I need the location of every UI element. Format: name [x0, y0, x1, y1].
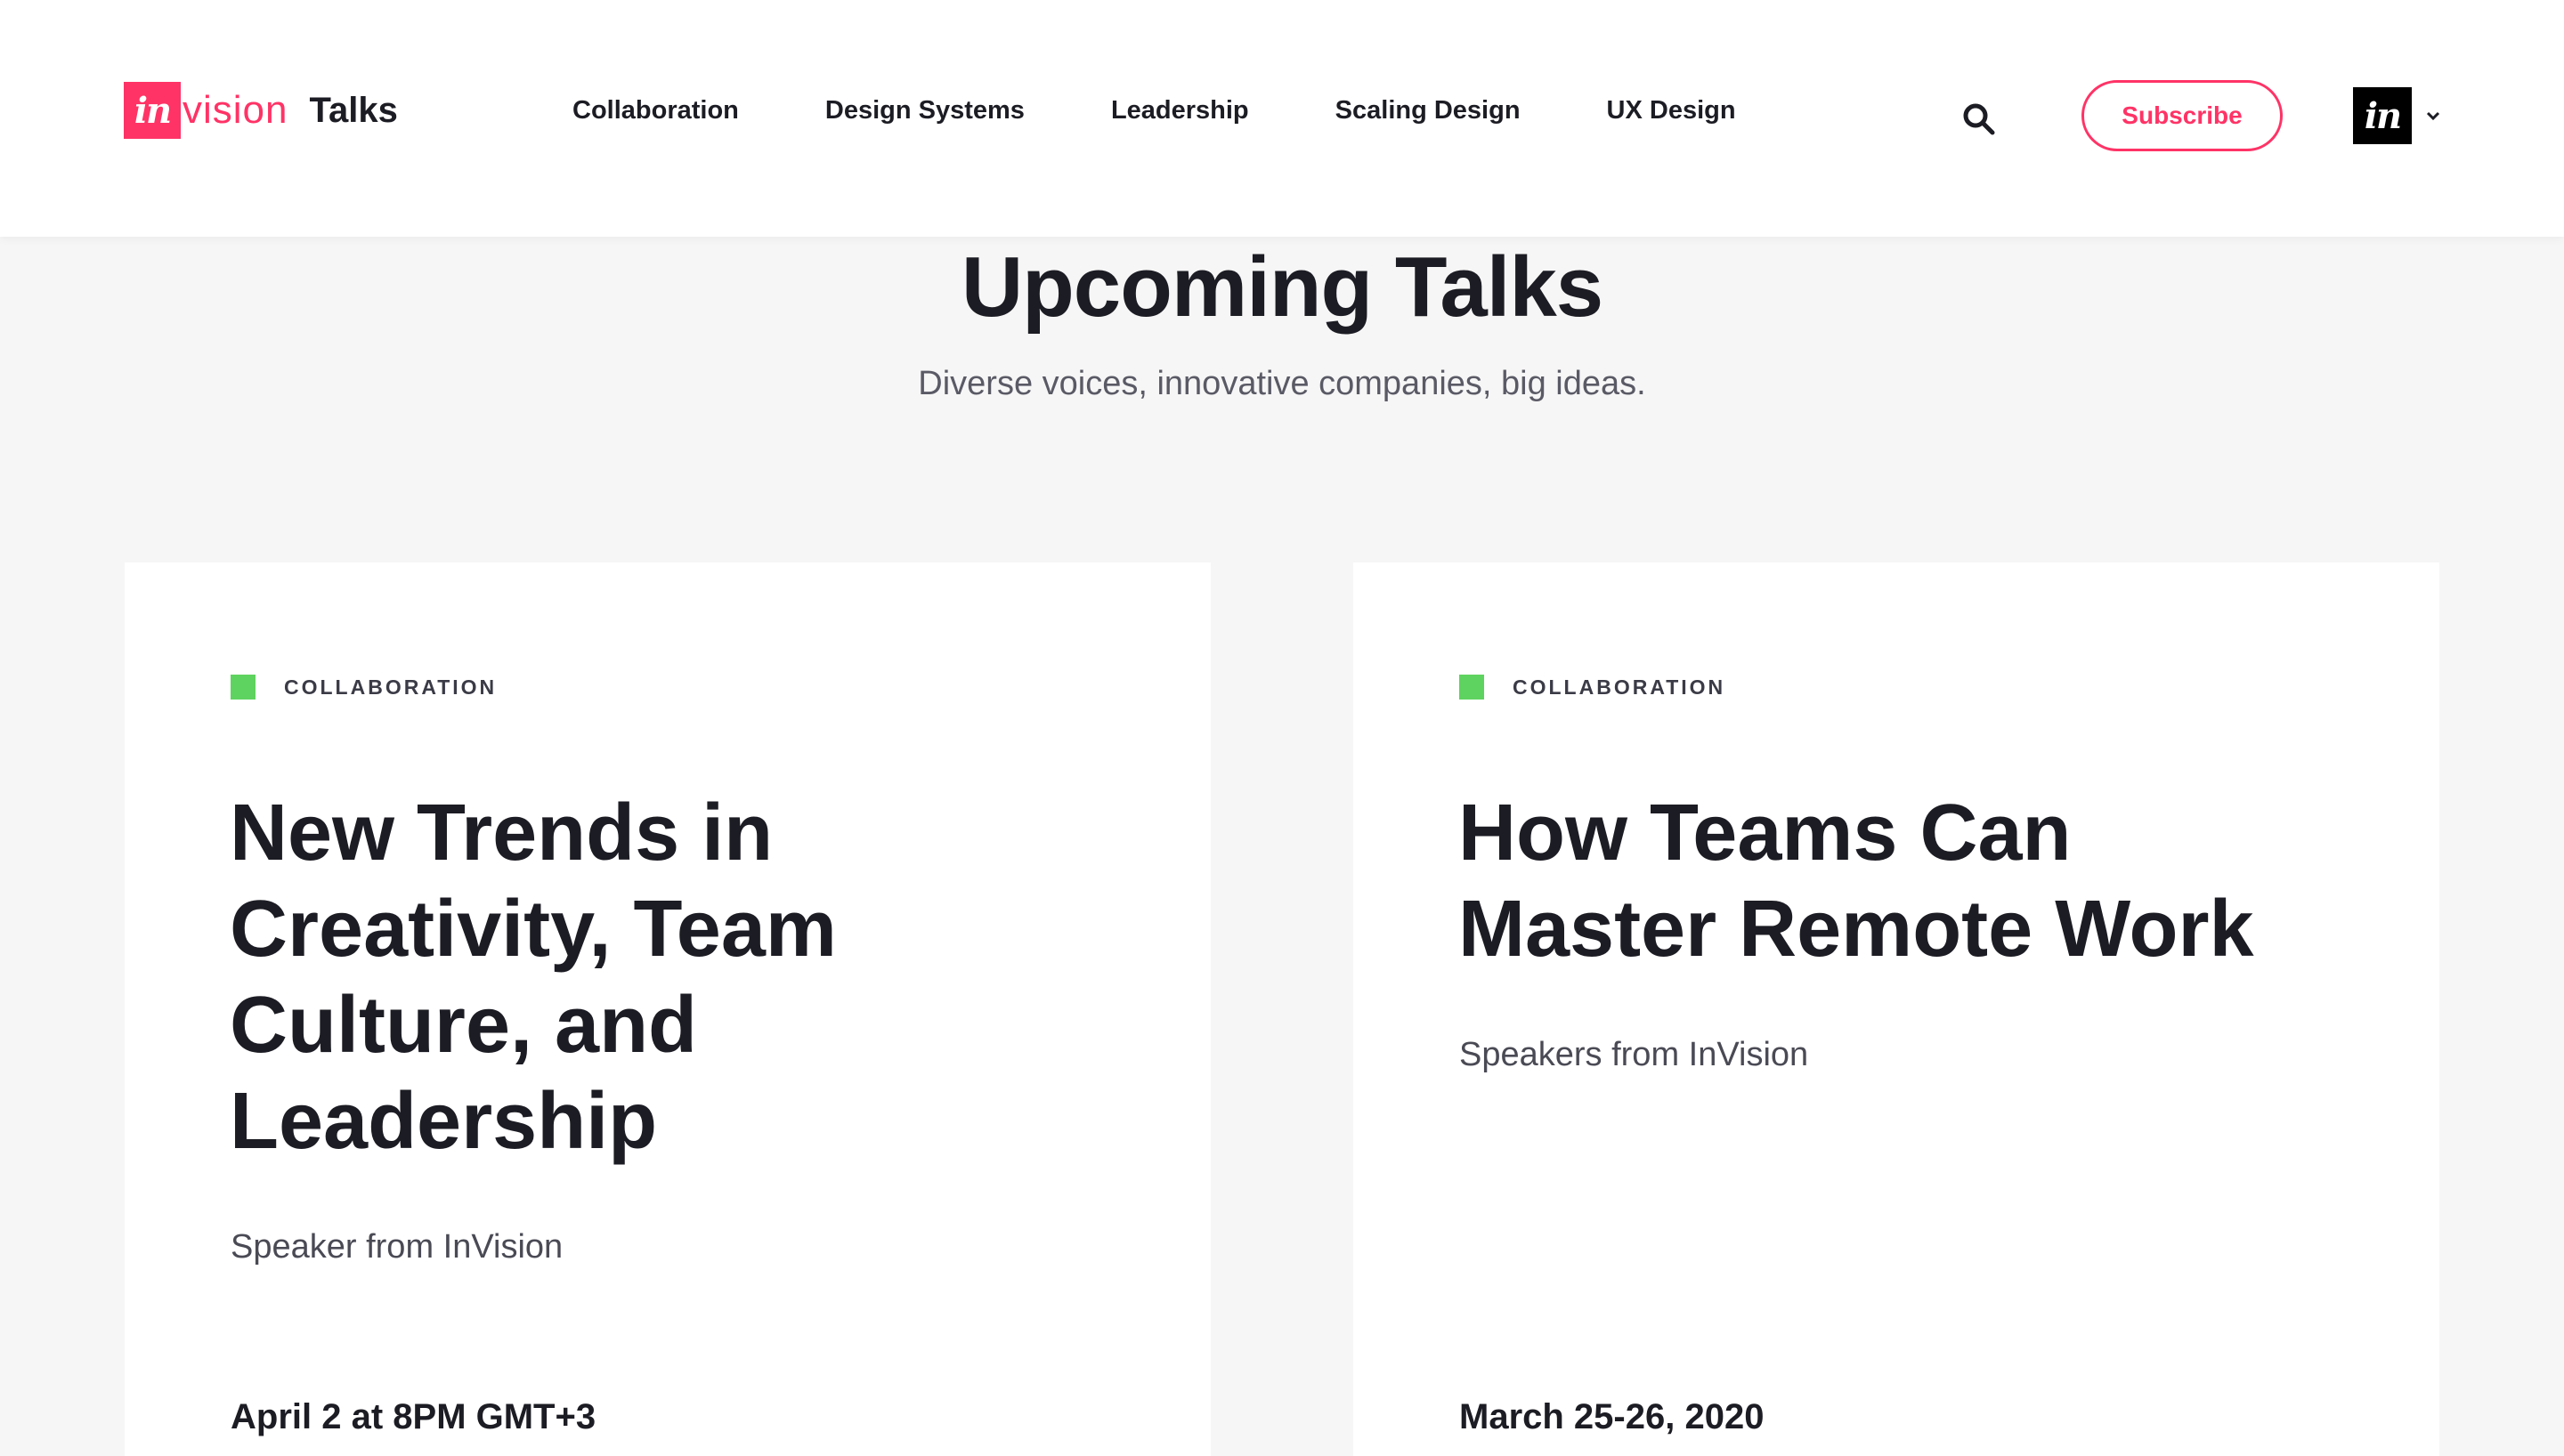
invision-logo-mark: in	[124, 82, 181, 139]
talk-card[interactable]: COLLABORATION How Teams Can Master Remot…	[1353, 562, 2439, 1456]
talk-title[interactable]: New Trends in Creativity, Team Culture, …	[230, 785, 960, 1169]
talk-title[interactable]: How Teams Can Master Remote Work	[1458, 785, 2349, 977]
nav-scaling-design[interactable]: Scaling Design	[1335, 96, 1521, 125]
category-tag[interactable]: COLLABORATION	[1459, 675, 1725, 700]
talk-date: March 25-26, 2020	[1459, 1397, 1765, 1436]
main-nav: Collaboration Design Systems Leadership …	[572, 96, 1736, 125]
category-label: COLLABORATION	[1513, 675, 1726, 699]
subscribe-button[interactable]: Subscribe	[2081, 80, 2283, 151]
page-title: Upcoming Talks	[961, 239, 1603, 335]
nav-collaboration[interactable]: Collaboration	[572, 96, 739, 125]
nav-ux-design[interactable]: UX Design	[1607, 96, 1736, 125]
talk-card[interactable]: COLLABORATION New Trends in Creativity, …	[125, 562, 1211, 1456]
site-header: in vision Talks Collaboration Design Sys…	[0, 0, 2564, 237]
category-color-square	[1459, 675, 1484, 700]
chevron-down-icon	[2426, 111, 2440, 121]
category-tag[interactable]: COLLABORATION	[231, 675, 497, 700]
nav-design-systems[interactable]: Design Systems	[825, 96, 1025, 125]
account-menu[interactable]: in	[2353, 87, 2442, 144]
invision-logo-word: vision	[183, 88, 288, 132]
talk-date: April 2 at 8PM GMT+3	[231, 1397, 596, 1436]
invision-talks-logo[interactable]: in vision Talks	[124, 82, 398, 139]
page-subtitle: Diverse voices, innovative companies, bi…	[918, 365, 1646, 402]
talk-speaker: Speaker from InVision	[231, 1228, 564, 1266]
talk-speaker: Speakers from InVision	[1459, 1036, 1809, 1073]
category-color-square	[231, 675, 256, 700]
talks-label: Talks	[309, 90, 398, 130]
nav-leadership[interactable]: Leadership	[1111, 96, 1249, 125]
search-icon[interactable]	[1961, 101, 1997, 137]
account-logo-mark: in	[2353, 87, 2412, 144]
category-label: COLLABORATION	[284, 675, 498, 699]
